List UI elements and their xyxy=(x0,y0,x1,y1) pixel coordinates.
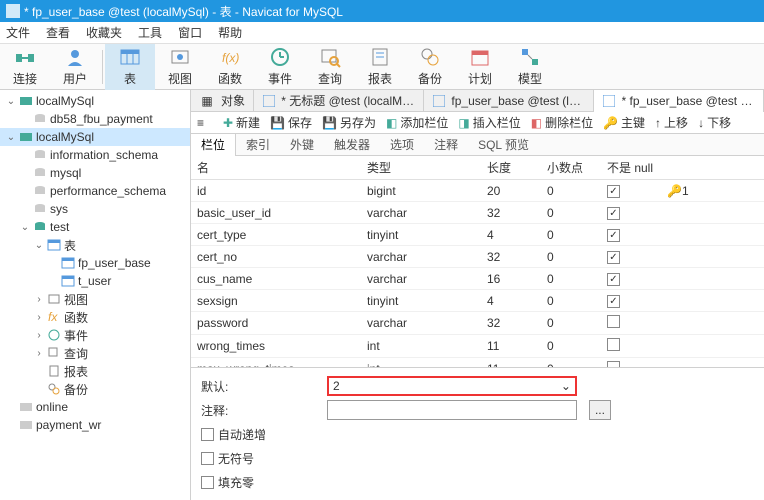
tree-views[interactable]: ›视图 xyxy=(0,290,190,308)
table-row[interactable]: max_wrong_timesint110 xyxy=(191,358,764,368)
table-row[interactable]: cert_novarchar320✓ xyxy=(191,246,764,268)
table-row[interactable]: basic_user_idvarchar320✓ xyxy=(191,202,764,224)
table-row[interactable]: wrong_timesint110 xyxy=(191,335,764,358)
tree-table-tuser[interactable]: t_user xyxy=(0,272,190,290)
tree-db-mysql[interactable]: mysql xyxy=(0,164,190,182)
main-toolbar: 连接 用户 表 视图 f(x)函数 事件 查询 报表 备份 计划 模型 xyxy=(0,44,764,90)
menu-fav[interactable]: 收藏夹 xyxy=(86,24,122,41)
table-row[interactable]: sexsigntinyint40✓ xyxy=(191,290,764,312)
tree-db-perf[interactable]: performance_schema xyxy=(0,182,190,200)
col-type[interactable]: 类型 xyxy=(361,156,481,180)
tb-backup[interactable]: 备份 xyxy=(405,44,455,90)
tree-db-sys[interactable]: sys xyxy=(0,200,190,218)
ck-unsigned[interactable]: 无符号 xyxy=(201,448,254,468)
menu-bar: 文件 查看 收藏夹 工具 窗口 帮助 xyxy=(0,22,764,44)
tb-view[interactable]: 视图 xyxy=(155,44,205,90)
default-combo[interactable]: 2⌄ xyxy=(327,376,577,396)
st-cols[interactable]: 栏位 xyxy=(191,134,236,156)
tree-backups[interactable]: 备份 xyxy=(0,380,190,398)
st-trig[interactable]: 触发器 xyxy=(324,134,380,156)
col-key[interactable] xyxy=(661,156,764,180)
tree-conn[interactable]: ⌄localMySql xyxy=(0,92,190,110)
table-row[interactable]: idbigint200✓🔑1 xyxy=(191,180,764,202)
ob-up[interactable]: ↑上移 xyxy=(655,114,688,131)
lbl-comment: 注释: xyxy=(201,402,319,419)
app-icon xyxy=(6,4,20,18)
object-toolbar: ≡ ✚新建 💾保存 💾另存为 ◧添加栏位 ◨插入栏位 ◧删除栏位 🔑主键 ↑上移… xyxy=(191,112,764,134)
tree-funcs[interactable]: ›fx函数 xyxy=(0,308,190,326)
hamburger-icon[interactable]: ≡ xyxy=(197,116,213,130)
ob-addcol[interactable]: ◧添加栏位 xyxy=(386,114,448,131)
tb-table[interactable]: 表 xyxy=(105,44,155,90)
tree-reports[interactable]: 报表 xyxy=(0,362,190,380)
table-icon xyxy=(602,94,616,108)
menu-file[interactable]: 文件 xyxy=(6,24,30,41)
designer-tabs: 栏位 索引 外键 触发器 选项 注释 SQL 预览 xyxy=(191,134,764,156)
tb-query[interactable]: 查询 xyxy=(305,44,355,90)
ck-autoinc[interactable]: 自动递增 xyxy=(201,424,266,444)
tb-model[interactable]: 模型 xyxy=(505,44,555,90)
tree-events[interactable]: ›事件 xyxy=(0,326,190,344)
lbl-default: 默认: xyxy=(201,378,319,395)
tree-queries[interactable]: ›查询 xyxy=(0,344,190,362)
ck-zerofill[interactable]: 填充零 xyxy=(201,472,254,492)
tree-online[interactable]: online xyxy=(0,398,190,416)
table-icon xyxy=(262,94,275,108)
col-len[interactable]: 长度 xyxy=(481,156,541,180)
st-idx[interactable]: 索引 xyxy=(236,134,280,156)
st-opt[interactable]: 选项 xyxy=(380,134,424,156)
tree-db-info[interactable]: information_schema xyxy=(0,146,190,164)
menu-view[interactable]: 查看 xyxy=(46,24,70,41)
comment-input[interactable] xyxy=(327,400,577,420)
svg-text:fx: fx xyxy=(48,310,58,324)
tree-table-fp[interactable]: fp_user_base xyxy=(0,254,190,272)
tb-connect[interactable]: 连接 xyxy=(0,44,50,90)
ob-save[interactable]: 💾保存 xyxy=(270,114,312,131)
chevron-down-icon: ⌄ xyxy=(561,379,571,393)
window-title: * fp_user_base @test (localMySql) - 表 - … xyxy=(24,3,343,20)
col-nn[interactable]: 不是 null xyxy=(601,156,661,180)
st-fk[interactable]: 外键 xyxy=(280,134,324,156)
tree-tables[interactable]: ⌄表 xyxy=(0,236,190,254)
tab-2[interactable]: fp_user_base @test (localM... xyxy=(424,90,594,112)
tree-db-test[interactable]: ⌄test xyxy=(0,218,190,236)
menu-window[interactable]: 窗口 xyxy=(178,24,202,41)
table-row[interactable]: passwordvarchar320 xyxy=(191,312,764,335)
menu-help[interactable]: 帮助 xyxy=(218,24,242,41)
col-name[interactable]: 名 xyxy=(191,156,361,180)
table-row[interactable]: cert_typetinyint40✓ xyxy=(191,224,764,246)
tree-db[interactable]: db58_fbu_payment xyxy=(0,110,190,128)
tb-report[interactable]: 报表 xyxy=(355,44,405,90)
tb-event[interactable]: 事件 xyxy=(255,44,305,90)
st-cmt[interactable]: 注释 xyxy=(424,134,468,156)
svg-text:f(x): f(x) xyxy=(222,51,239,65)
tb-user[interactable]: 用户 xyxy=(50,44,100,90)
tree-conn2[interactable]: ⌄localMySql xyxy=(0,128,190,146)
ob-inscol[interactable]: ◨插入栏位 xyxy=(458,114,520,131)
columns-grid[interactable]: 名 类型 长度 小数点 不是 null idbigint200✓🔑1basic_… xyxy=(191,156,764,367)
comment-more-button[interactable]: ... xyxy=(589,400,611,420)
tab-objects[interactable]: ▦对象 xyxy=(191,90,254,112)
tb-schedule[interactable]: 计划 xyxy=(455,44,505,90)
column-props: 默认: 2⌄ 注释: ... 自动递增 无符号 填充零 xyxy=(191,367,764,500)
tab-1[interactable]: * 无标题 @test (localMySql) ... xyxy=(254,90,424,112)
ob-new[interactable]: ✚新建 xyxy=(223,114,260,131)
key-icon: 🔑 xyxy=(603,116,618,130)
doc-tabs: ▦对象 * 无标题 @test (localMySql) ... fp_user… xyxy=(191,90,764,112)
ob-pk[interactable]: 🔑主键 xyxy=(603,114,645,131)
tb-function[interactable]: f(x)函数 xyxy=(205,44,255,90)
grid-icon: ▦ xyxy=(199,94,215,108)
tree-paymentwr[interactable]: payment_wr xyxy=(0,416,190,434)
col-dec[interactable]: 小数点 xyxy=(541,156,601,180)
table-icon xyxy=(432,94,445,108)
menu-tools[interactable]: 工具 xyxy=(138,24,162,41)
db-tree[interactable]: ⌄localMySql db58_fbu_payment ⌄localMySql… xyxy=(0,90,191,500)
ob-down[interactable]: ↓下移 xyxy=(698,114,731,131)
ob-delcol[interactable]: ◧删除栏位 xyxy=(531,114,593,131)
st-sql[interactable]: SQL 预览 xyxy=(468,134,539,156)
tab-3[interactable]: * fp_user_base @test (local... xyxy=(594,90,764,112)
title-bar: * fp_user_base @test (localMySql) - 表 - … xyxy=(0,0,764,22)
table-row[interactable]: cus_namevarchar160✓ xyxy=(191,268,764,290)
ob-saveas[interactable]: 💾另存为 xyxy=(322,114,376,131)
